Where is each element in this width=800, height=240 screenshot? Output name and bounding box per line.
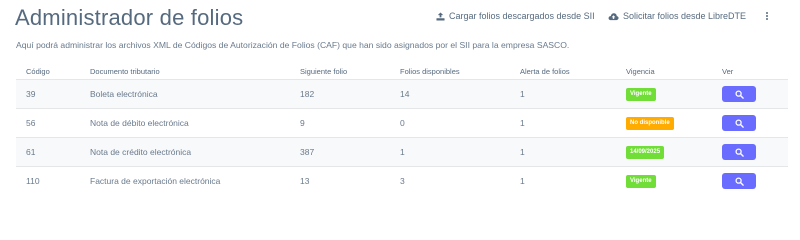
cell-codigo: 61 (16, 137, 80, 167)
request-folios-button[interactable]: Solicitar folios desde LibreDTE (608, 11, 746, 21)
table-row: 61 Nota de crédito electrónica 387 1 1 1… (16, 137, 788, 167)
cell-codigo: 56 (16, 108, 80, 138)
upload-folios-label: Cargar folios descargados desde SII (449, 11, 595, 21)
upload-icon (436, 11, 445, 21)
cell-siguiente-folio: 13 (290, 166, 390, 195)
cell-folios-disponibles: 14 (390, 79, 510, 109)
view-button[interactable] (722, 115, 756, 131)
cell-documento: Nota de crédito electrónica (80, 137, 290, 167)
vigencia-badge: Vigente (626, 174, 656, 188)
search-icon (734, 147, 744, 157)
view-button[interactable] (722, 173, 756, 189)
vigencia-badge: No disponible (626, 116, 674, 130)
folios-table: Código Documento tributario Siguiente fo… (16, 63, 788, 195)
cell-alerta-folios: 1 (510, 137, 616, 167)
cell-siguiente-folio: 182 (290, 79, 390, 109)
column-header-ver: Ver (722, 66, 734, 76)
cell-folios-disponibles: 0 (390, 108, 510, 138)
cell-folios-disponibles: 1 (390, 137, 510, 167)
table-row: 110 Factura de exportación electrónica 1… (16, 166, 788, 195)
page-title: Administrador de folios (15, 5, 244, 30)
search-icon (734, 176, 744, 186)
kebab-menu-icon[interactable] (762, 9, 772, 23)
page-header: Administrador de folios Cargar folios de… (0, 0, 800, 36)
vigencia-badge: 14/09/2025 (626, 145, 665, 159)
cell-codigo: 39 (16, 79, 80, 109)
view-button[interactable] (722, 86, 756, 102)
cell-siguiente-folio: 387 (290, 137, 390, 167)
cell-alerta-folios: 1 (510, 79, 616, 109)
cloud-upload-icon (608, 12, 619, 20)
cell-folios-disponibles: 3 (390, 166, 510, 195)
column-header-alerta: Alerta de folios (520, 66, 570, 76)
view-button[interactable] (722, 144, 756, 160)
column-header-disponibles: Folios disponibles (400, 66, 460, 76)
cell-documento: Boleta electrónica (80, 79, 290, 109)
table-row: 56 Nota de débito electrónica 9 0 1 No d… (16, 108, 788, 138)
cell-siguiente-folio: 9 (290, 108, 390, 138)
upload-folios-button[interactable]: Cargar folios descargados desde SII (436, 11, 595, 21)
cell-documento: Nota de débito electrónica (80, 108, 290, 138)
column-header-codigo: Código (26, 66, 50, 76)
search-icon (734, 89, 744, 99)
column-header-vigencia: Vigencia (626, 66, 655, 76)
column-header-documento: Documento tributario (90, 66, 160, 76)
table-header-row: Código Documento tributario Siguiente fo… (16, 63, 788, 80)
search-icon (734, 118, 744, 128)
request-folios-label: Solicitar folios desde LibreDTE (623, 11, 747, 21)
cell-documento: Factura de exportación electrónica (80, 166, 290, 195)
column-header-siguiente: Siguiente folio (300, 66, 348, 76)
cell-alerta-folios: 1 (510, 108, 616, 138)
cell-alerta-folios: 1 (510, 166, 616, 195)
table-row: 39 Boleta electrónica 182 14 1 Vigente (16, 79, 788, 109)
vigencia-badge: Vigente (626, 87, 656, 101)
cell-codigo: 110 (16, 166, 80, 195)
page-description: Aquí podrá administrar los archivos XML … (16, 40, 570, 50)
